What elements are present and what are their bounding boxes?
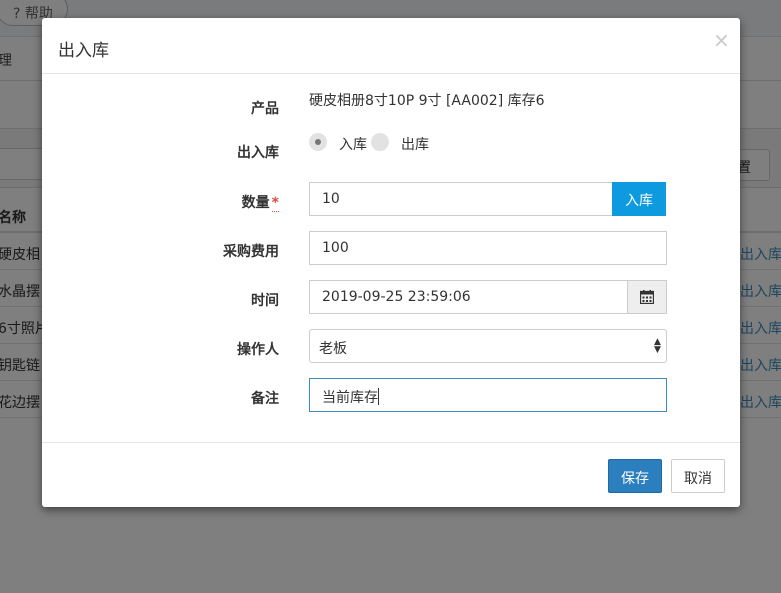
cost-value: 100 (322, 240, 349, 256)
calendar-icon (640, 290, 654, 304)
operator-label: 操作人 (237, 342, 279, 358)
save-button[interactable]: 保存 (608, 459, 662, 493)
direction-label: 出入库 (237, 145, 279, 161)
close-icon[interactable]: × (713, 28, 730, 52)
required-mark: * (271, 195, 279, 212)
operator-select[interactable]: 老板 ▲ ▼ (309, 329, 667, 363)
cost-label: 采购费用 (223, 244, 279, 260)
quantity-value: 10 (322, 191, 340, 207)
radio-stock-in-label[interactable]: 入库 (339, 134, 367, 154)
radio-stock-out[interactable] (371, 133, 389, 151)
modal-title: 出入库 (58, 41, 109, 61)
modal-footer: 保存 取消 (42, 442, 740, 507)
note-value: 当前库存 (322, 390, 378, 406)
time-label: 时间 (251, 293, 279, 309)
radio-stock-in[interactable] (309, 133, 327, 151)
cancel-button-label: 取消 (684, 471, 712, 487)
quantity-label-text: 数量 (241, 195, 270, 211)
cost-input[interactable]: 100 (309, 231, 667, 265)
calendar-button[interactable] (627, 280, 667, 314)
quantity-label: 数量 * (39, 192, 279, 212)
operator-value: 老板 (319, 341, 347, 357)
chevron-updown-icon: ▲ ▼ (654, 337, 661, 355)
modal-header: 出入库 × (42, 18, 740, 74)
note-input[interactable]: 当前库存 (309, 378, 667, 412)
quantity-input[interactable]: 10 (309, 182, 613, 216)
product-value: 硬皮相册8寸10P 9寸 [AA002] 库存6 (309, 93, 545, 109)
save-button-label: 保存 (621, 471, 649, 487)
quantity-direction-addon[interactable]: 入库 (612, 182, 666, 216)
product-label: 产品 (251, 101, 279, 117)
time-value: 2019-09-25 23:59:06 (322, 289, 471, 305)
note-label: 备注 (251, 391, 279, 407)
stock-inout-dialog: 出入库 × 产品 硬皮相册8寸10P 9寸 [AA002] 库存6 出入库 入库… (42, 18, 740, 507)
radio-stock-out-label[interactable]: 出库 (401, 134, 429, 154)
text-caret (378, 388, 379, 405)
cancel-button[interactable]: 取消 (671, 459, 725, 493)
time-input[interactable]: 2019-09-25 23:59:06 (309, 280, 628, 314)
quantity-addon-label: 入库 (625, 193, 653, 209)
